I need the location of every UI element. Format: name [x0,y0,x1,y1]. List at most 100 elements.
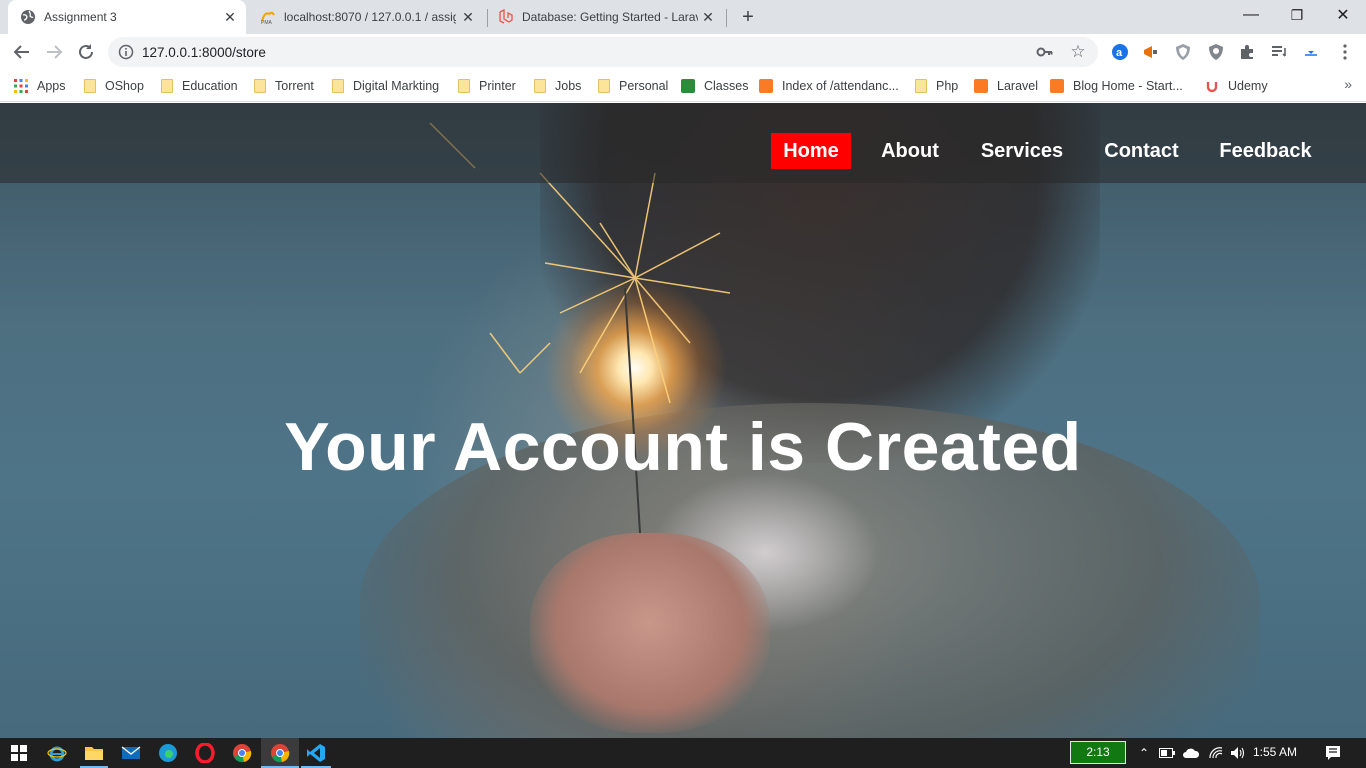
bookmarks-overflow-button[interactable]: » [1344,76,1352,92]
bookmark-label: Printer [479,79,516,93]
nav-home[interactable]: Home [771,133,851,169]
bookmark-label: Udemy [1228,79,1268,93]
onedrive-cloud-icon[interactable] [1183,745,1199,761]
nav-contact[interactable]: Contact [1095,133,1188,169]
back-arrow-icon [13,45,29,59]
wifi-icon[interactable] [1208,745,1224,761]
bookmark-personal[interactable]: Personal [596,77,668,95]
vscode-icon[interactable] [305,742,327,764]
udemy-icon [1206,82,1218,93]
forward-arrow-icon [47,45,63,59]
bookmark-printer[interactable]: Printer [456,77,516,95]
back-button[interactable] [8,38,36,66]
bookmark-udemy[interactable]: Udemy [1205,77,1268,95]
bookmark-label: Digital Markting [353,79,440,93]
bookmark-label: Torrent [275,79,314,93]
bookmark-jobs[interactable]: Jobs [532,77,581,95]
bookmark-torrent[interactable]: Torrent [252,77,314,95]
bookmark-digital-markting[interactable]: Digital Markting [330,77,439,95]
tab-title: Database: Getting Started - Larav [522,10,698,24]
bookmark-index-of-attendance[interactable]: Index of /attendanc... [759,77,899,95]
folder-icon [598,79,610,93]
url-text[interactable]: 127.0.0.1:8000/store [142,45,266,60]
mail-icon[interactable] [120,742,142,764]
megaphone-icon[interactable] [1142,43,1160,61]
forward-button[interactable] [40,38,68,66]
tab-assignment-3[interactable]: Assignment 3 ✕ [8,0,246,34]
bookmarks-bar: Apps OShop Education Torrent Digital Mar… [0,70,1366,102]
extension-a-icon[interactable]: a [1111,43,1129,61]
profile-icon[interactable] [1302,43,1320,61]
bookmark-label: Php [936,79,959,93]
reload-button[interactable] [72,38,100,66]
xampp-icon [759,79,773,93]
folder-icon [915,79,927,93]
folder-icon [332,79,344,93]
address-bar[interactable]: 127.0.0.1:8000/store ☆ [108,37,1098,67]
bookmark-label: Jobs [555,79,582,93]
site-navbar: Home About Services Contact Feedback [0,103,1366,183]
maximize-button[interactable]: ❐ [1274,0,1320,30]
web-page: Home About Services Contact Feedback You… [0,103,1366,738]
new-tab-button[interactable]: + [736,5,760,29]
browser-toolbar: 127.0.0.1:8000/store ☆ a [0,34,1366,70]
tab-separator [726,9,727,27]
tab-phpmyadmin[interactable]: PMA localhost:8070 / 127.0.0.1 / assig ✕ [248,0,484,34]
nav-about[interactable]: About [871,133,949,169]
folder-icon [254,79,266,93]
adblock-shield-icon[interactable] [1207,43,1225,61]
battery-icon[interactable] [1159,745,1175,761]
shield-icon[interactable] [1174,43,1192,61]
timer-badge[interactable]: 2:13 [1070,741,1126,764]
browser-tab-strip: Assignment 3 ✕ PMA localhost:8070 / 127.… [0,0,1366,34]
chrome-icon[interactable] [231,742,253,764]
bookmark-label: Laravel [997,79,1038,93]
reading-list-icon[interactable] [1270,43,1288,61]
hero-background-hands [530,533,770,733]
bookmark-apps[interactable]: Apps [14,77,66,95]
svg-text:PMA: PMA [261,20,273,25]
nav-services[interactable]: Services [972,133,1072,169]
bookmark-star-icon[interactable]: ☆ [1068,42,1088,62]
xampp-icon [1050,79,1064,93]
folder-icon [534,79,546,93]
system-clock[interactable]: 1:55 AM [1253,745,1297,759]
tab-laravel-docs[interactable]: Database: Getting Started - Larav ✕ [488,0,724,34]
bookmark-oshop[interactable]: OShop [82,77,144,95]
bookmark-label: Classes [704,79,749,93]
opera-icon[interactable] [194,742,216,764]
key-icon[interactable] [1036,44,1054,60]
action-center-icon[interactable] [1325,745,1341,761]
nav-feedback[interactable]: Feedback [1210,133,1321,169]
windows-start-icon[interactable] [8,742,30,764]
xampp-icon [974,79,988,93]
chrome-menu-icon[interactable] [1336,43,1354,61]
chrome-active-icon[interactable] [269,742,291,764]
bookmark-laravel[interactable]: Laravel [974,77,1038,95]
folder-icon [458,79,470,93]
show-hidden-icons-chevron-icon[interactable]: ⌃ [1136,745,1152,761]
bookmark-blog-home[interactable]: Blog Home - Start... [1050,77,1183,95]
globe-icon [20,9,36,25]
close-tab-icon[interactable]: ✕ [460,9,476,25]
bookmark-label: Index of /attendanc... [782,79,899,93]
bookmark-label: Apps [37,79,66,93]
volume-icon[interactable] [1230,745,1246,761]
extensions-puzzle-icon[interactable] [1238,43,1256,61]
edge-browser-icon[interactable] [157,742,179,764]
tab-title: localhost:8070 / 127.0.0.1 / assig [284,10,456,24]
minimize-button[interactable]: — [1228,0,1274,30]
close-window-button[interactable]: ✕ [1320,0,1366,30]
windows-taskbar: 2:13 ⌃ 1:55 AM [0,738,1366,768]
file-explorer-icon[interactable] [83,742,105,764]
classroom-icon [681,79,695,93]
close-tab-icon[interactable]: ✕ [700,9,716,25]
bookmark-classes[interactable]: Classes [681,77,748,95]
internet-explorer-icon[interactable] [46,742,68,764]
site-info-icon[interactable] [118,44,134,60]
bookmark-label: Personal [619,79,669,93]
bookmark-php[interactable]: Php [913,77,958,95]
apps-grid-icon [14,79,28,93]
bookmark-education[interactable]: Education [159,77,238,95]
close-tab-icon[interactable]: ✕ [222,9,238,25]
